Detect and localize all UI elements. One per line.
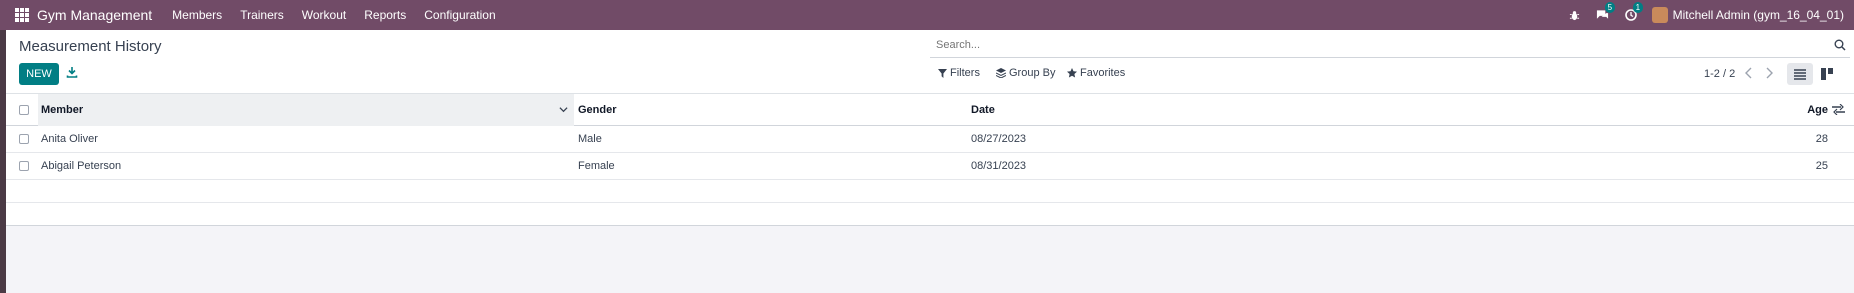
apps-menu-icon[interactable] bbox=[15, 8, 29, 22]
optional-columns-icon[interactable] bbox=[1832, 103, 1845, 118]
bug-icon[interactable] bbox=[1568, 8, 1582, 22]
cell-date: 08/27/2023 bbox=[971, 133, 1027, 145]
favorites-label: Favorites bbox=[1080, 67, 1126, 79]
group-by-label: Group By bbox=[1009, 67, 1056, 79]
menu-item-members[interactable]: Members bbox=[172, 8, 222, 22]
menu-item-workout[interactable]: Workout bbox=[302, 8, 346, 22]
search-input[interactable] bbox=[936, 39, 1816, 51]
user-menu[interactable]: Mitchell Admin (gym_16_04_01) bbox=[1651, 7, 1844, 23]
table-row[interactable]: Abigail Peterson Female 08/31/2023 25 bbox=[6, 153, 1854, 180]
favorites-button[interactable]: Favorites bbox=[1067, 67, 1125, 79]
user-name: Mitchell Admin (gym_16_04_01) bbox=[1672, 8, 1844, 22]
cell-member: Abigail Peterson bbox=[41, 160, 122, 172]
empty-row bbox=[6, 180, 1854, 203]
activities-clock-icon[interactable]: 1 bbox=[1624, 2, 1644, 22]
new-button[interactable]: NEW bbox=[19, 63, 59, 85]
kanban-view-button[interactable] bbox=[1814, 63, 1840, 85]
pager-value[interactable]: 1-2 / 2 bbox=[1704, 68, 1735, 80]
search-bar bbox=[930, 34, 1850, 58]
kanban-view-icon bbox=[1821, 68, 1833, 80]
column-header-age[interactable]: Age bbox=[1786, 94, 1828, 125]
page-title: Measurement History bbox=[19, 38, 162, 55]
filter-icon bbox=[938, 68, 947, 78]
row-checkbox[interactable] bbox=[19, 134, 29, 144]
list-view: Member Gender Date Age Anita Oliver Male… bbox=[6, 94, 1854, 226]
menu-item-trainers[interactable]: Trainers bbox=[240, 8, 284, 22]
filters-button[interactable]: Filters bbox=[938, 67, 980, 79]
search-icon[interactable] bbox=[1834, 39, 1846, 51]
column-header-gender[interactable]: Gender bbox=[578, 94, 617, 125]
messages-badge: 5 bbox=[1604, 2, 1616, 13]
avatar bbox=[1651, 7, 1668, 23]
cell-date: 08/31/2023 bbox=[971, 160, 1027, 172]
star-icon bbox=[1067, 68, 1077, 78]
control-panel: Measurement History NEW Filters Group By… bbox=[6, 30, 1854, 94]
select-all-checkbox[interactable] bbox=[19, 105, 29, 115]
group-by-button[interactable]: Group By bbox=[996, 67, 1055, 79]
messages-icon[interactable]: 5 bbox=[1596, 2, 1616, 22]
layers-icon bbox=[996, 68, 1006, 78]
chevron-left-icon[interactable] bbox=[1744, 67, 1756, 79]
table-row[interactable]: Anita Oliver Male 08/27/2023 28 bbox=[6, 126, 1854, 153]
column-header-member[interactable]: Member bbox=[41, 94, 571, 125]
cell-age: 25 bbox=[1815, 160, 1828, 172]
list-view-button[interactable] bbox=[1787, 63, 1813, 85]
column-header-date[interactable]: Date bbox=[971, 94, 995, 125]
chevron-down-icon[interactable] bbox=[559, 105, 568, 117]
download-icon[interactable] bbox=[66, 66, 80, 80]
cell-member: Anita Oliver bbox=[41, 133, 98, 145]
top-navbar: Gym Management Members Trainers Workout … bbox=[0, 0, 1854, 30]
list-header-row: Member Gender Date Age bbox=[6, 94, 1854, 126]
chevron-right-icon[interactable] bbox=[1764, 67, 1776, 79]
menu-item-reports[interactable]: Reports bbox=[364, 8, 406, 22]
activities-badge: 1 bbox=[1632, 2, 1644, 13]
menu-item-configuration[interactable]: Configuration bbox=[424, 8, 495, 22]
cell-gender: Female bbox=[578, 160, 615, 172]
list-footer bbox=[6, 203, 1854, 226]
cell-age: 28 bbox=[1815, 133, 1828, 145]
filters-label: Filters bbox=[950, 67, 980, 79]
row-checkbox[interactable] bbox=[19, 161, 29, 171]
app-brand[interactable]: Gym Management bbox=[37, 7, 152, 23]
list-view-icon bbox=[1794, 68, 1806, 80]
navbar-systray: 5 1 Mitchell Admin (gym_16_04_01) bbox=[1568, 0, 1844, 30]
cell-gender: Male bbox=[578, 133, 602, 145]
